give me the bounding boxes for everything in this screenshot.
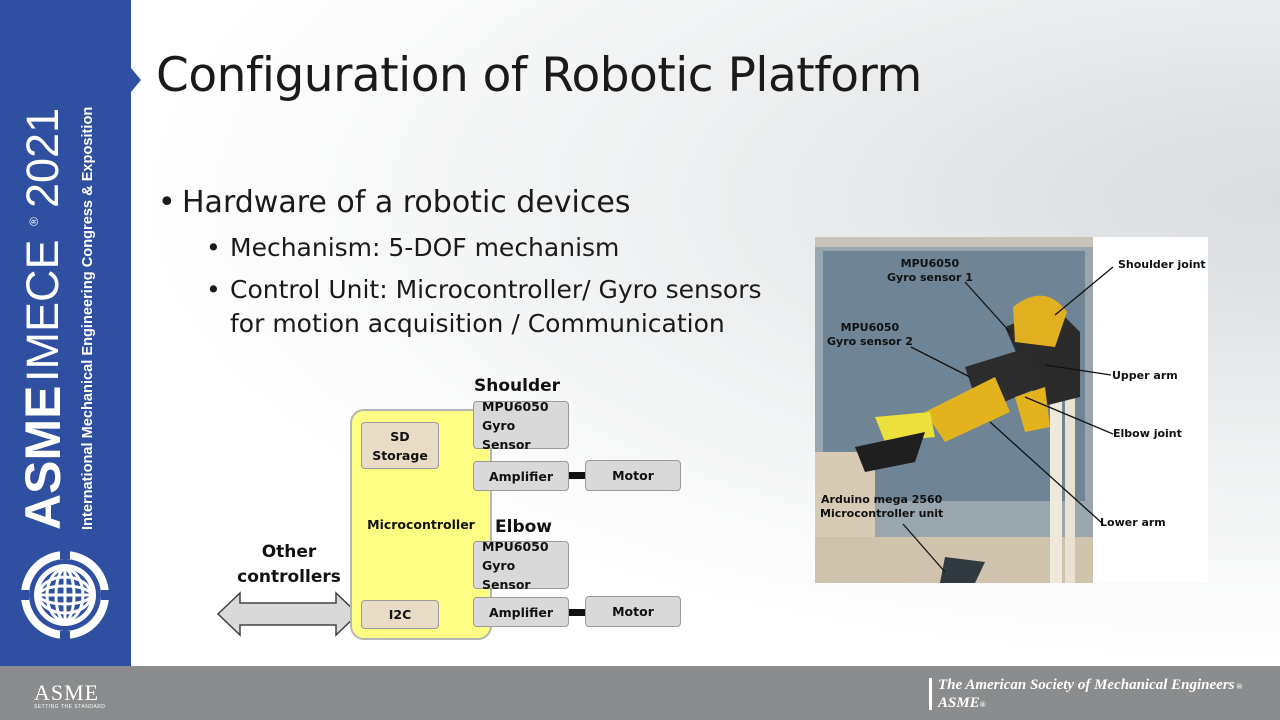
photo-label-gyro-1-line1: MPU6050 bbox=[900, 257, 960, 270]
registered-mark: ® bbox=[27, 217, 41, 226]
globe-gear-icon bbox=[21, 551, 109, 639]
footer-asme-mark: ASME® bbox=[938, 695, 986, 712]
footer-logo-tagline: SETTING THE STANDARD bbox=[34, 704, 106, 710]
double-arrow-icon bbox=[216, 591, 360, 637]
photo-label-arduino: Arduino mega 2560 Microcontroller unit bbox=[820, 493, 943, 521]
footer-registered-mark-2: ® bbox=[979, 700, 986, 709]
amplifier-label: Amplifier bbox=[488, 468, 554, 484]
other-controllers-label: Other controllers bbox=[232, 540, 346, 590]
bullet-hardware: • Hardware of a robotic devices bbox=[158, 185, 630, 220]
photo-label-gyro-2-line1: MPU6050 bbox=[840, 321, 900, 334]
other-controllers-line1: Other bbox=[261, 542, 317, 562]
sd-storage-block: SD Storage bbox=[361, 422, 439, 469]
sidebar-branding: ASME IMECE ® 2021 International Mechanic… bbox=[15, 107, 109, 639]
connector-bar bbox=[569, 472, 586, 479]
robot-arm-illustration bbox=[815, 237, 1114, 583]
footer-org-line2: ASME bbox=[938, 695, 980, 711]
bullet-hardware-text: Hardware of a robotic devices bbox=[182, 185, 631, 220]
motor-label: Motor bbox=[612, 468, 654, 483]
sidebar-notch bbox=[131, 68, 141, 92]
footer-asme-logo: ASME bbox=[34, 680, 100, 705]
connector-bar bbox=[569, 609, 586, 616]
bullet-mechanism: • Mechanism: 5-DOF mechanism bbox=[206, 233, 619, 262]
elbow-gyro-sensor: MPU6050 Gyro Sensor bbox=[473, 539, 569, 592]
bullet-mechanism-text: Mechanism: 5-DOF mechanism bbox=[230, 233, 620, 262]
photo-label-arduino-line2: Microcontroller unit bbox=[820, 507, 944, 520]
sidebar-year: 2021 bbox=[17, 108, 68, 208]
photo-label-arduino-line1: Arduino mega 2560 bbox=[821, 493, 943, 506]
bullet-control-unit: • Control Unit: Microcontroller/ Gyro sen… bbox=[206, 275, 762, 304]
bullet-control-unit-text: Control Unit: Microcontroller/ Gyro sens… bbox=[230, 275, 762, 304]
photo-label-elbow-joint: Elbow joint bbox=[1113, 427, 1182, 440]
shoulder-gyro-sensor: MPU6050 Gyro Sensor bbox=[473, 399, 569, 452]
slide-title: Configuration of Robotic Platform bbox=[156, 48, 922, 103]
motor-label: Motor bbox=[612, 604, 654, 619]
mpu-line2: Gyro Sensor bbox=[482, 557, 531, 592]
footer-registered-mark: ® bbox=[1234, 682, 1243, 691]
shoulder-motor: Motor bbox=[585, 460, 681, 491]
footer-org-name: The American Society of Mechanical Engin… bbox=[938, 677, 1243, 694]
i2c-block: I2C bbox=[361, 600, 439, 629]
mpu-line1: MPU6050 bbox=[482, 398, 549, 414]
bullet-dot: • bbox=[206, 275, 221, 304]
bullet-dot: • bbox=[206, 233, 221, 262]
elbow-motor: Motor bbox=[585, 596, 681, 627]
photo-label-gyro-2-line2: Gyro sensor 2 bbox=[827, 335, 913, 348]
sd-storage-line1: SD bbox=[390, 428, 410, 444]
footer-divider bbox=[929, 678, 932, 710]
sd-storage-line2: Storage bbox=[372, 447, 428, 463]
footer-bar: ASME SETTING THE STANDARD The American S… bbox=[0, 666, 1280, 720]
bullet-dot: • bbox=[158, 185, 176, 220]
sidebar-subtitle: International Mechanical Engineering Con… bbox=[80, 107, 96, 530]
sidebar-event: IMECE bbox=[17, 239, 68, 382]
bullet-control-unit-cont: for motion acquisition / Communication bbox=[230, 309, 725, 338]
shoulder-label: Shoulder bbox=[474, 376, 561, 396]
sidebar-brand: ASME bbox=[15, 386, 71, 530]
robot-photo: MPU6050 Gyro sensor 1 MPU6050 Gyro sensor … bbox=[815, 237, 1208, 583]
photo-label-gyro-2: MPU6050 Gyro sensor 2 bbox=[827, 321, 913, 349]
photo-label-gyro-1: MPU6050 Gyro sensor 1 bbox=[887, 257, 973, 285]
footer-org-line1: The American Society of Mechanical Engin… bbox=[938, 677, 1235, 693]
elbow-label: Elbow bbox=[495, 517, 552, 537]
photo-label-gyro-1-line2: Gyro sensor 1 bbox=[887, 271, 973, 284]
elbow-amplifier: Amplifier bbox=[473, 597, 569, 627]
photo-label-lower-arm: Lower arm bbox=[1100, 516, 1166, 529]
shoulder-amplifier: Amplifier bbox=[473, 461, 569, 491]
i2c-label: I2C bbox=[388, 607, 412, 622]
photo-label-shoulder-joint: Shoulder joint bbox=[1118, 258, 1206, 271]
photo-label-upper-arm: Upper arm bbox=[1112, 369, 1178, 382]
microcontroller-label: Microcontroller bbox=[367, 517, 475, 532]
other-controllers-line2: controllers bbox=[237, 567, 341, 587]
mpu-line1: MPU6050 bbox=[482, 538, 549, 554]
mpu-line2: Gyro Sensor bbox=[482, 417, 531, 452]
amplifier-label: Amplifier bbox=[488, 604, 554, 620]
